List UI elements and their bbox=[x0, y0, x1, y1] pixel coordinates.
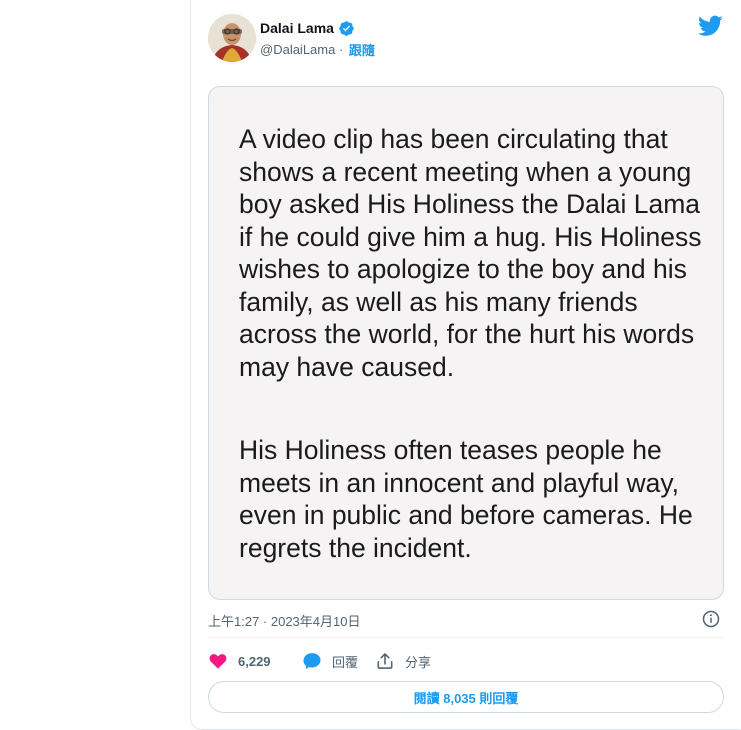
follow-button[interactable]: 跟隨 bbox=[349, 40, 375, 59]
reply-button[interactable]: 回覆 bbox=[302, 651, 375, 671]
author-block: Dalai Lama @DalaiLama · 跟隨 bbox=[260, 18, 375, 58]
verified-badge-icon bbox=[339, 20, 354, 36]
share-button[interactable]: 分享 bbox=[375, 651, 431, 671]
info-icon[interactable] bbox=[702, 610, 720, 628]
media-paragraph-1: A video clip has been circulating that s… bbox=[239, 124, 702, 382]
name-row: Dalai Lama bbox=[260, 18, 375, 38]
tweet-media-image[interactable]: A video clip has been circulating that s… bbox=[208, 86, 724, 600]
handle[interactable]: @DalaiLama bbox=[260, 42, 335, 57]
divider bbox=[208, 637, 724, 638]
reply-label: 回覆 bbox=[332, 654, 359, 670]
media-paragraph-2: His Holiness often teases people he meet… bbox=[239, 435, 693, 563]
action-bar: 6,229 回覆 分享 bbox=[208, 650, 431, 672]
speech-bubble-icon bbox=[303, 653, 321, 670]
handle-row: @DalaiLama · 跟隨 bbox=[260, 40, 375, 58]
like-count: 6,229 bbox=[238, 653, 271, 669]
heart-icon bbox=[209, 654, 227, 669]
tweet-card: Dalai Lama @DalaiLama · 跟隨 A video clip … bbox=[190, 0, 741, 730]
read-replies-button[interactable]: 閱讀 8,035 則回覆 bbox=[208, 681, 724, 713]
display-name[interactable]: Dalai Lama bbox=[260, 20, 334, 36]
share-label: 分享 bbox=[405, 654, 432, 670]
like-button[interactable]: 6,229 bbox=[208, 651, 302, 671]
handle-separator: · bbox=[335, 41, 347, 57]
share-upload-icon bbox=[377, 653, 393, 669]
tweet-timestamp[interactable]: 上午1:27 · 2023年4月10日 bbox=[208, 611, 360, 630]
twitter-bird-icon[interactable] bbox=[698, 15, 723, 37]
avatar[interactable] bbox=[208, 14, 256, 62]
avatar-image bbox=[208, 14, 256, 62]
